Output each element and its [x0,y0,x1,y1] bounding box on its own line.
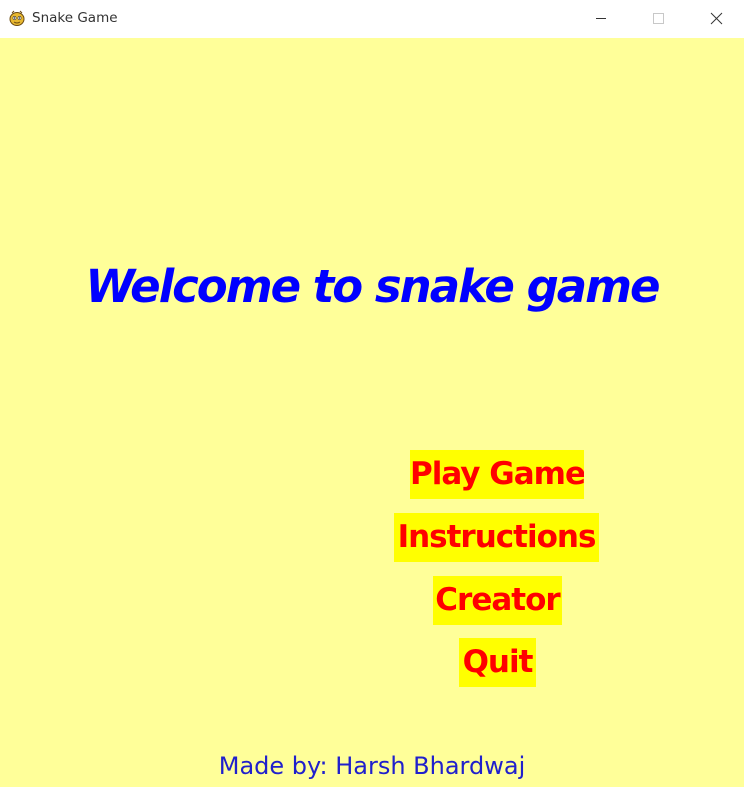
close-button[interactable] [688,0,744,38]
pygame-snake-icon [8,9,26,27]
play-game-button[interactable]: Play Game [410,450,584,499]
instructions-button[interactable]: Instructions [394,513,599,562]
close-icon [710,12,723,25]
minimize-button[interactable] [572,0,630,38]
title-bar[interactable]: Snake Game [0,0,744,38]
quit-button[interactable]: Quit [459,638,536,687]
game-screen[interactable]: Welcome to snake game Play Game Instruct… [0,38,744,787]
credits-text: Made by: Harsh Bhardwaj [218,752,526,780]
welcome-title: Welcome to snake game [85,260,660,313]
creator-button[interactable]: Creator [433,576,562,625]
minimize-icon [596,18,606,19]
maximize-button[interactable] [630,0,688,38]
maximize-icon [653,13,664,24]
window-title: Snake Game [32,10,118,26]
game-window: Snake Game Welcome to snake game Play Ga… [0,0,744,787]
